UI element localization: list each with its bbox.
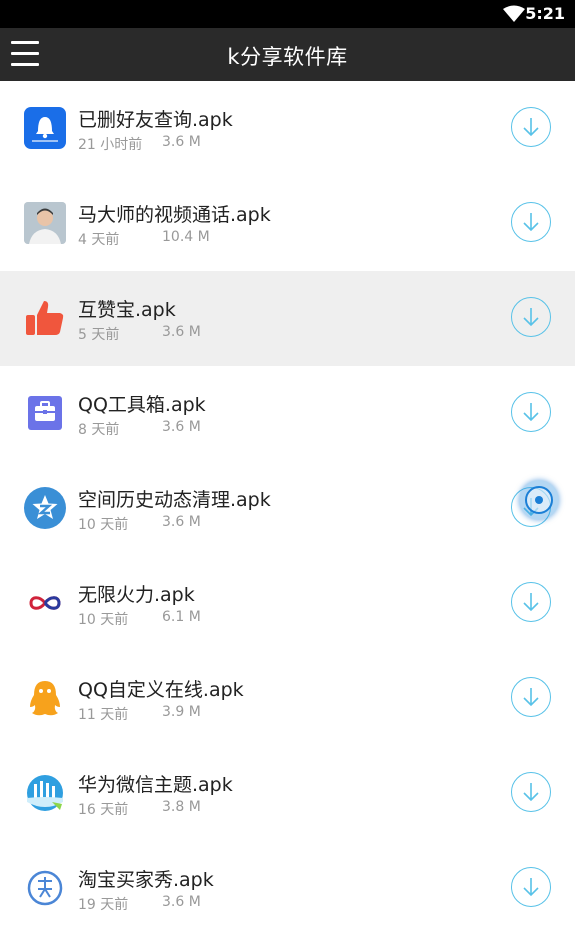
file-size: 3.9 M bbox=[162, 704, 201, 720]
file-size: 3.8 M bbox=[162, 799, 201, 815]
download-button[interactable] bbox=[511, 297, 551, 337]
list-item[interactable]: 马大师的视频通话.apk 4 天前 10.4 M bbox=[0, 176, 575, 271]
list-item[interactable]: 互赞宝.apk 5 天前 3.6 M bbox=[0, 271, 575, 366]
file-size: 3.6 M bbox=[162, 514, 201, 530]
file-name: QQ自定义在线.apk bbox=[78, 679, 244, 701]
file-list: 已删好友查询.apk 21 小时前 3.6 M 马大师的视频通话.apk 4 天… bbox=[0, 81, 575, 936]
file-time: 4 天前 bbox=[78, 232, 120, 248]
infinity-icon bbox=[29, 596, 61, 610]
download-button[interactable] bbox=[511, 582, 551, 622]
list-item[interactable]: 空间历史动态清理.apk 10 天前 3.6 M bbox=[0, 461, 575, 556]
file-size: 3.6 M bbox=[162, 324, 201, 340]
file-name: 淘宝买家秀.apk bbox=[78, 869, 214, 891]
xiu-icon bbox=[27, 870, 63, 906]
download-icon bbox=[523, 783, 539, 802]
download-button[interactable] bbox=[511, 867, 551, 907]
file-name: 互赞宝.apk bbox=[78, 299, 176, 321]
download-icon bbox=[523, 308, 539, 327]
file-name: 无限火力.apk bbox=[78, 584, 195, 606]
file-size: 3.6 M bbox=[162, 419, 201, 435]
file-name: QQ工具箱.apk bbox=[78, 394, 206, 416]
app-bar: k分享软件库 bbox=[0, 28, 575, 81]
status-bar: 5:21 bbox=[0, 0, 575, 28]
file-name: 空间历史动态清理.apk bbox=[78, 489, 271, 511]
toolbox-icon bbox=[28, 396, 62, 430]
list-item[interactable]: 无限火力.apk 10 天前 6.1 M bbox=[0, 556, 575, 651]
file-time: 5 天前 bbox=[78, 327, 120, 343]
qzone-icon bbox=[24, 487, 66, 529]
qq-bell-icon bbox=[24, 107, 66, 149]
download-button[interactable] bbox=[511, 107, 551, 147]
file-size: 10.4 M bbox=[162, 229, 210, 245]
file-time: 16 天前 bbox=[78, 802, 129, 818]
download-button[interactable] bbox=[511, 772, 551, 812]
list-item[interactable]: QQ工具箱.apk 8 天前 3.6 M bbox=[0, 366, 575, 461]
thumbs-up-icon bbox=[26, 301, 64, 335]
download-icon bbox=[523, 118, 539, 137]
file-name: 已删好友查询.apk bbox=[78, 109, 233, 131]
list-item[interactable]: 淘宝买家秀.apk 19 天前 3.6 M bbox=[0, 841, 575, 936]
download-icon bbox=[523, 688, 539, 707]
download-icon bbox=[523, 403, 539, 422]
file-time: 19 天前 bbox=[78, 897, 129, 913]
file-size: 6.1 M bbox=[162, 609, 201, 625]
qq-penguin-icon bbox=[30, 681, 60, 716]
file-time: 21 小时前 bbox=[78, 137, 143, 153]
file-time: 8 天前 bbox=[78, 422, 120, 438]
list-item[interactable]: 华为微信主题.apk 16 天前 3.8 M bbox=[0, 746, 575, 841]
portrait-icon bbox=[24, 202, 66, 244]
download-button[interactable] bbox=[511, 677, 551, 717]
file-time: 10 天前 bbox=[78, 612, 129, 628]
file-size: 3.6 M bbox=[162, 894, 201, 910]
list-item[interactable]: QQ自定义在线.apk 11 天前 3.9 M bbox=[0, 651, 575, 746]
download-icon bbox=[523, 593, 539, 612]
status-time: 5:21 bbox=[525, 4, 565, 23]
file-name: 华为微信主题.apk bbox=[78, 774, 233, 796]
file-size: 3.6 M bbox=[162, 134, 201, 150]
file-time: 11 天前 bbox=[78, 707, 129, 723]
file-time: 10 天前 bbox=[78, 517, 129, 533]
theme-icon bbox=[27, 775, 63, 811]
download-button[interactable] bbox=[511, 392, 551, 432]
page-title: k分享软件库 bbox=[227, 45, 348, 69]
download-icon bbox=[523, 213, 539, 232]
download-icon bbox=[523, 878, 539, 897]
list-item[interactable]: 已删好友查询.apk 21 小时前 3.6 M bbox=[0, 81, 575, 176]
download-button[interactable] bbox=[511, 202, 551, 242]
wifi-icon bbox=[503, 5, 525, 22]
floating-assistant-button[interactable] bbox=[519, 480, 559, 520]
file-name: 马大师的视频通话.apk bbox=[78, 204, 271, 226]
